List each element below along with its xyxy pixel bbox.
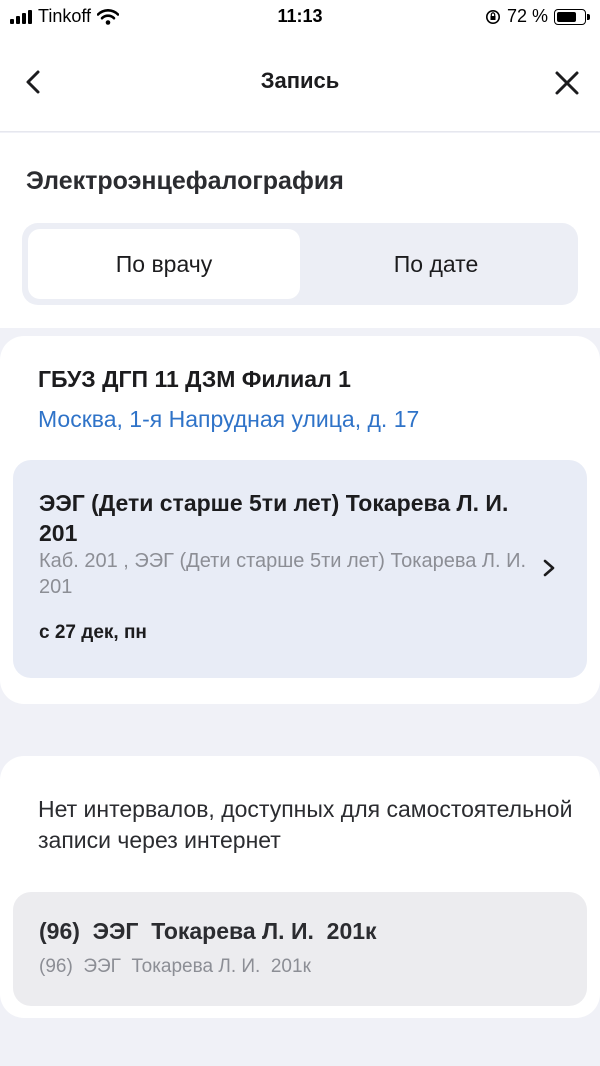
rotation-lock-icon [485,9,500,24]
no-intervals-message: Нет интервалов, доступных для самостояте… [38,796,573,853]
service-header: Электроэнцефалография По врачу По дате [0,133,600,328]
clinic-name: ГБУЗ ДГП 11 ДЗМ Филиал 1 [38,366,351,392]
close-icon[interactable] [552,68,582,98]
battery-fill [557,11,576,22]
page-title: Запись [260,68,340,93]
doctor-subtitle: Каб. 201 , ЭЭГ (Дети старше 5ти лет) Ток… [39,550,527,598]
slot-subtitle: (96) ЭЭГ Токарева Л. И. 201к [39,956,311,977]
battery-icon [554,8,590,25]
battery-percent: 72 % [506,6,548,26]
tab-by-date[interactable]: По дате [300,229,572,299]
clinic-address-link[interactable]: Москва, 1-я Напрудная улица, д. 17 [38,406,419,433]
unavailable-slot-item[interactable]: (96) ЭЭГ Токарева Л. И. 201к (96) ЭЭГ То… [13,892,587,1006]
mode-segmented-control: По врачу По дате [22,223,578,305]
chevron-right-icon [543,559,555,577]
clinic-card: ГБУЗ ДГП 11 ДЗМ Филиал 1 Москва, 1-я Нап… [0,336,600,704]
status-bar: Tinkoff 11:13 72 % [0,0,600,34]
doctor-name: ЭЭГ (Дети старше 5ти лет) Токарева Л. И.… [39,490,509,546]
service-title: Электроэнцефалография [26,167,344,195]
tab-by-doctor[interactable]: По врачу [28,229,300,299]
doctor-item[interactable]: ЭЭГ (Дети старше 5ти лет) Токарева Л. И.… [13,460,587,678]
nav-bar: Запись [0,34,600,132]
no-intervals-card: Нет интервалов, доступных для самостояте… [0,756,600,1018]
doctor-available-date: с 27 дек, пн [39,622,147,643]
status-right: 72 % [485,6,590,27]
slot-title: (96) ЭЭГ Токарева Л. И. 201к [39,918,377,944]
